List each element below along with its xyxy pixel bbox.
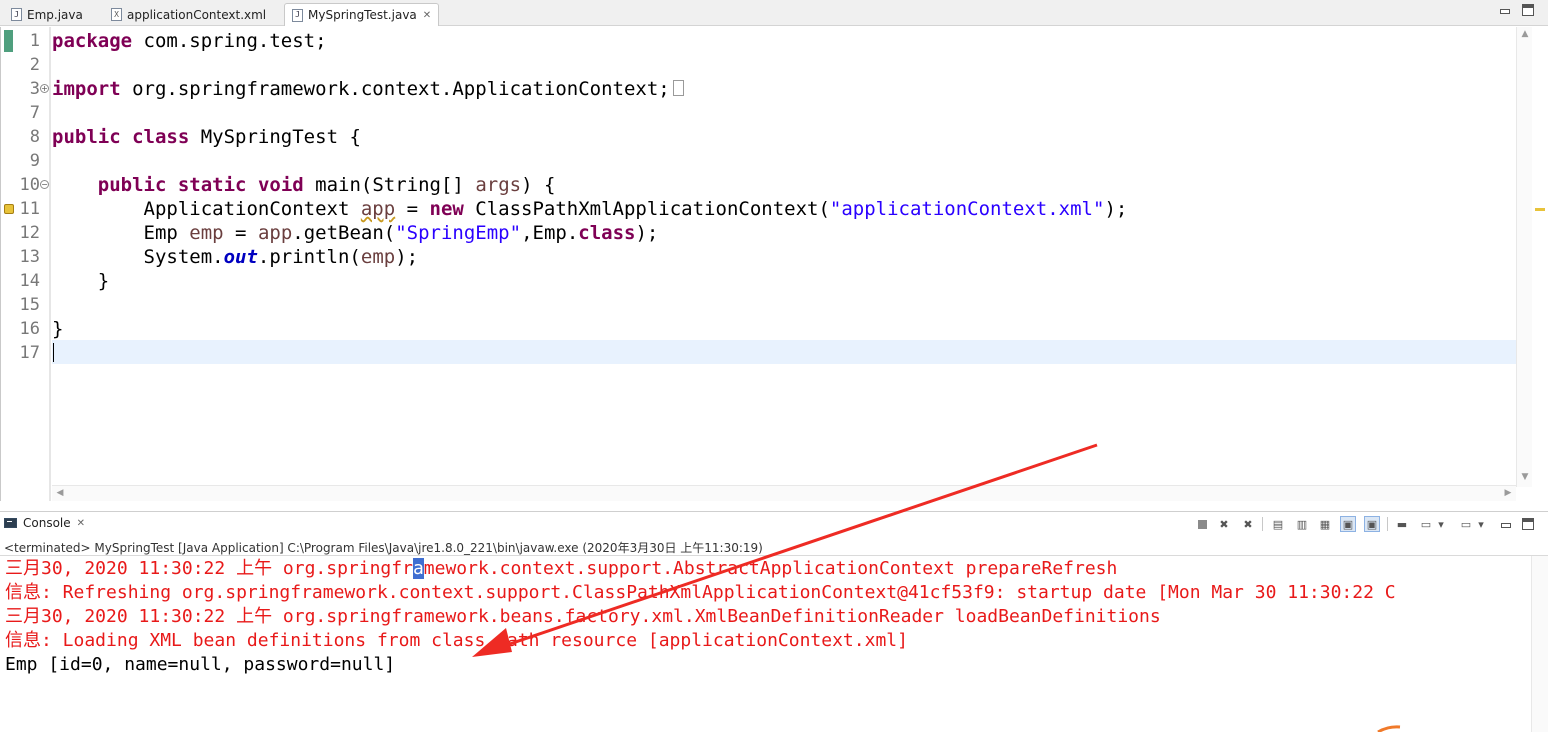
tab-label: Emp.java [27,7,83,22]
display-selected-console-icon[interactable]: ▭ [1418,516,1434,532]
console-tab[interactable]: Console ✕ [4,516,85,530]
maximize-editor-button[interactable] [1522,4,1534,16]
line-number: 7 [29,103,40,123]
text-caret [53,343,54,362]
word-wrap-icon[interactable]: ▦ [1317,516,1333,532]
warning-overview-marker[interactable] [1535,208,1545,211]
terminate-icon[interactable] [1194,516,1210,532]
console-text: mework.context.support.AbstractApplicati… [423,558,1118,579]
code-line: } [52,318,64,340]
annotation-ruler [1,27,15,501]
scroll-right-icon[interactable]: ▶ [1500,488,1516,498]
collapse-fold-icon[interactable]: − [40,180,49,189]
console-selection: a [412,558,424,579]
folding-ruler [49,27,51,501]
line-number: 14 [19,271,40,291]
editor-vertical-scrollbar[interactable]: ▲ ▼ [1516,27,1532,487]
code-line: } [52,270,110,292]
console-vertical-scrollbar[interactable] [1531,556,1548,732]
scroll-lock-icon[interactable]: ▥ [1294,516,1310,532]
code-line: public class MySpringTest { [52,126,361,148]
scroll-left-icon[interactable]: ◀ [52,488,68,498]
tab-label: MySpringTest.java [308,8,417,22]
scroll-down-icon[interactable]: ▼ [1517,472,1533,482]
line-number: 13 [19,247,40,267]
line-number: 11 [19,199,40,219]
show-on-stdout-icon[interactable]: ▣ [1340,516,1356,532]
minimize-console-button[interactable] [1500,518,1512,530]
tab-emp-java[interactable]: J Emp.java [4,3,104,26]
console-text: 信息: Refreshing org.springframework.conte… [5,582,1396,603]
close-console-icon[interactable]: ✕ [77,518,85,529]
warning-icon[interactable] [4,204,14,214]
line-number: 2 [29,55,40,75]
clear-console-icon[interactable]: ▤ [1270,516,1286,532]
pin-console-icon[interactable]: ▬ [1394,516,1410,532]
console-text: 三月30, 2020 11:30:22 上午 org.springframewo… [5,606,1161,627]
console-stderr-line: 信息: Refreshing org.springframework.conte… [5,581,1396,605]
line-number: 17 [19,343,40,363]
java-file-icon: J [11,8,22,21]
editor-horizontal-scrollbar[interactable]: ◀ ▶ [52,485,1516,501]
line-number: 1 [29,31,40,51]
line-number-ruler: 1 2 3 +7 8 9 10−11 12 13 14 15 16 17 [15,27,49,501]
console-process-status: <terminated> MySpringTest [Java Applicat… [4,541,763,555]
tab-label: applicationContext.xml [127,7,267,22]
code-line: System.out.println(emp); [52,246,419,268]
chevron-down-icon[interactable]: ▾ [1436,516,1446,532]
editor-tab-bar: J Emp.java X applicationContext.xml J My… [0,0,1548,26]
remove-all-terminated-icon[interactable]: ✖ [1240,516,1256,532]
console-text: 三月30, 2020 11:30:22 上午 org.springfr [5,558,413,579]
code-line: public static void main(String[] args) { [97,174,556,196]
tab-my-spring-test-java[interactable]: J MySpringTest.java ✕ [284,3,439,26]
code-text-area[interactable]: package com.spring.test; import org.sprin… [52,27,1516,501]
console-text: 信息: Loading XML bean definitions from cl… [5,630,908,651]
console-tab-label: Console [23,516,71,530]
scroll-up-icon[interactable]: ▲ [1517,29,1533,39]
console-icon [4,518,17,528]
line-number: 8 [29,127,40,147]
console-view-header: Console ✕ ✖ ✖ ▤ ▥ ▦ ▣ ▣ ▬ ▭ ▾ ▭ ▾ [0,511,1548,537]
console-stderr-line: 三月30, 2020 11:30:22 上午 org.springframewo… [5,605,1161,629]
line-number: 9 [29,151,40,171]
console-stdout-line: Emp [id=0, name=null, password=null] [5,653,395,677]
console-output[interactable]: 三月30, 2020 11:30:22 上午 org.springframewo… [0,556,1531,732]
console-stderr-line: 信息: Loading XML bean definitions from cl… [5,629,908,653]
java-file-icon: J [292,8,303,22]
code-line: Emp emp = app.getBean("SpringEmp",Emp.cl… [52,222,659,244]
line-number: 16 [19,319,40,339]
close-tab-icon[interactable]: ✕ [423,10,431,21]
xml-file-icon: X [111,8,122,21]
line-number: 15 [19,295,40,315]
quick-diff-marker [4,30,13,52]
line-number: 12 [19,223,40,243]
line-number: 3 [29,79,40,99]
expand-fold-icon[interactable]: + [40,84,49,93]
line-number: 10 [19,175,40,195]
open-console-icon[interactable]: ▭ [1458,516,1474,532]
console-text: Emp [id=0, name=null, password=null] [5,654,396,675]
maximize-console-button[interactable] [1522,518,1534,530]
console-stderr-line: 三月30, 2020 11:30:22 上午 org.springframewo… [5,557,1117,581]
remove-launch-icon[interactable]: ✖ [1216,516,1232,532]
code-line: import org.springframework.context.Appli… [52,77,684,101]
code-line: ApplicationContext app = new ClassPathXm… [52,198,1128,220]
current-line-highlight [52,340,1516,364]
chevron-down-icon[interactable]: ▾ [1476,516,1486,532]
code-line: package com.spring.test; [52,30,327,52]
minimize-editor-button[interactable] [1499,4,1511,16]
overview-ruler[interactable] [1532,27,1548,501]
tab-application-context-xml[interactable]: X applicationContext.xml [104,3,284,26]
code-editor[interactable]: 1 2 3 +7 8 9 10−11 12 13 14 15 16 17 package com.spr… [0,27,1548,501]
show-on-stderr-icon[interactable]: ▣ [1364,516,1380,532]
